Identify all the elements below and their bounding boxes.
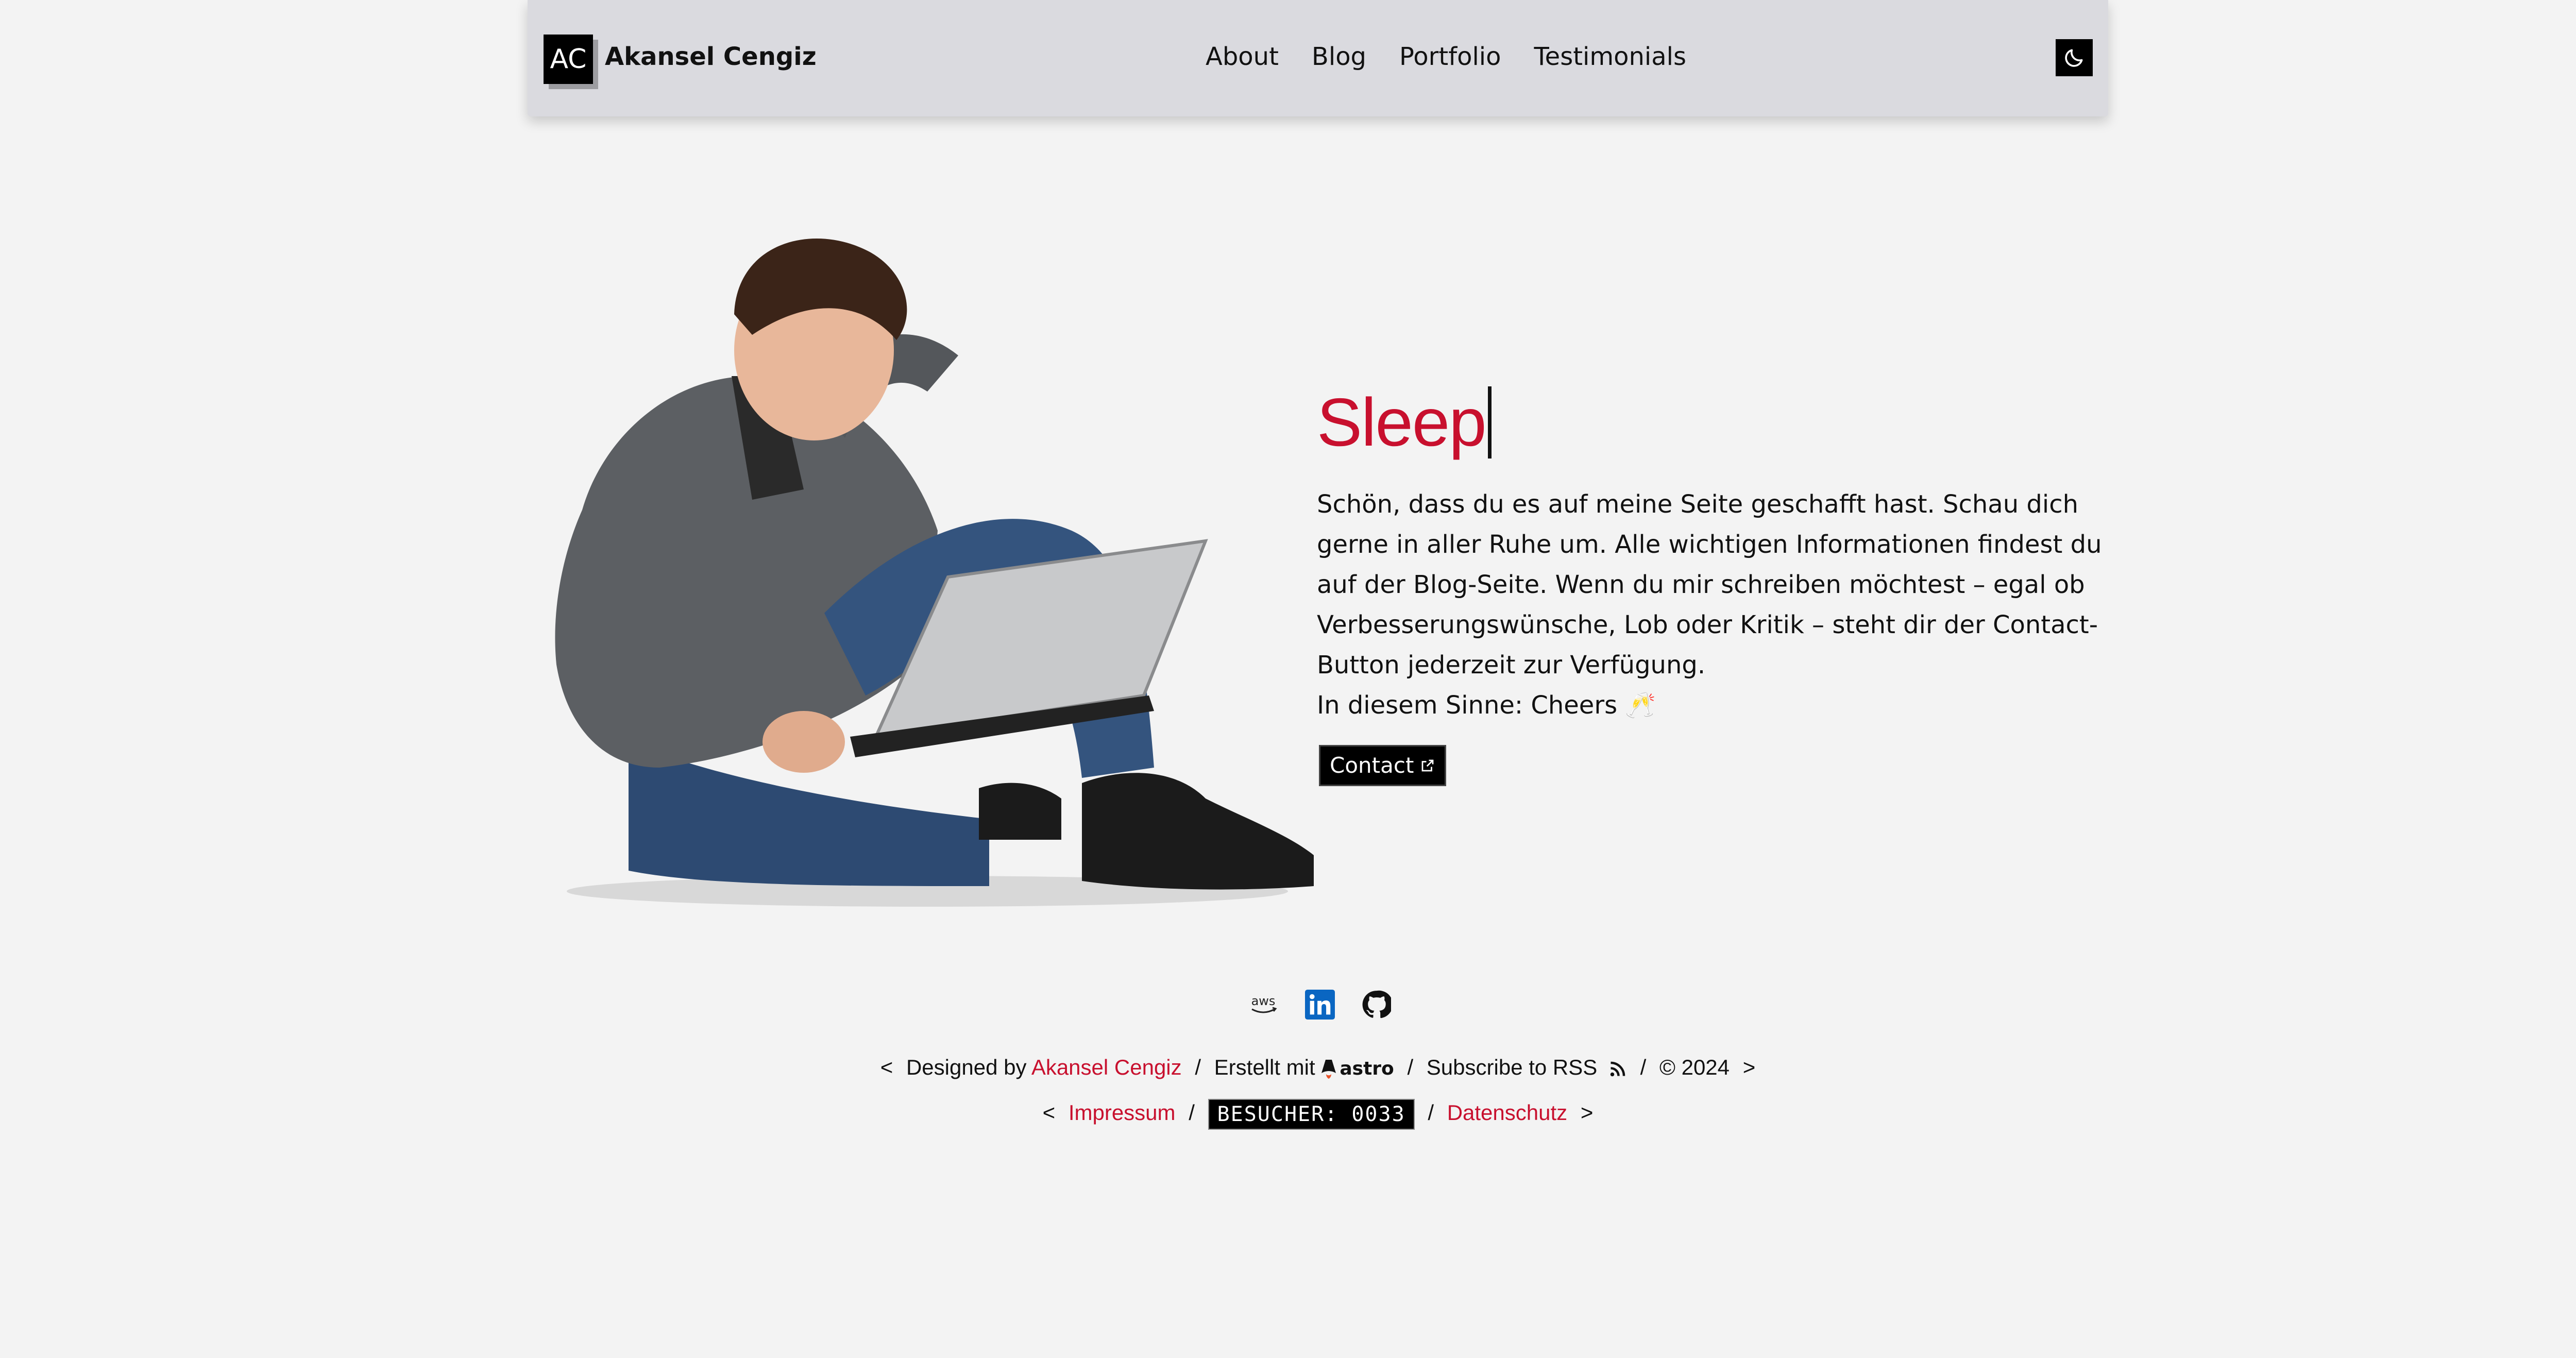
hero-closing: In diesem Sinne: Cheers 🥂 xyxy=(1317,691,1656,720)
main-nav: About Blog Portfolio Testimonials xyxy=(1206,39,1686,74)
datenschutz-link[interactable]: Datenschutz xyxy=(1447,1100,1567,1125)
separator: / xyxy=(1407,1055,1414,1079)
contact-button[interactable]: Contact xyxy=(1319,745,1447,786)
github-icon xyxy=(1362,990,1391,1018)
bracket-close: > xyxy=(1742,1055,1756,1079)
bracket-close: > xyxy=(1580,1100,1594,1125)
svg-text:aws: aws xyxy=(1251,994,1276,1008)
moon-icon xyxy=(2065,49,2083,67)
impressum-link[interactable]: Impressum xyxy=(1069,1100,1176,1125)
nav-link-about[interactable]: About xyxy=(1206,39,1279,74)
nav-link-testimonials[interactable]: Testimonials xyxy=(1534,39,1687,74)
visitor-counter: BESUCHER: 0033 xyxy=(1208,1098,1415,1130)
hero-title-text: Sleep xyxy=(1317,384,1487,460)
site-name[interactable]: Akansel Cengiz xyxy=(605,39,817,74)
linkedin-link[interactable] xyxy=(1303,988,1336,1021)
nav-link-blog[interactable]: Blog xyxy=(1312,39,1366,74)
site-header: AC Akansel Cengiz About Blog Portfolio T… xyxy=(528,0,2108,116)
github-link[interactable] xyxy=(1360,988,1393,1021)
footer-credits: < Designed by Akansel Cengiz / Erstellt … xyxy=(0,1052,2576,1084)
bracket-open: < xyxy=(880,1055,893,1079)
designed-by-label: Designed by xyxy=(906,1055,1027,1079)
hero-intro: Schön, dass du es auf meine Seite gescha… xyxy=(1317,484,2105,725)
aws-icon: aws xyxy=(1251,994,1277,1013)
built-with-label: Erstellt mit xyxy=(1214,1055,1315,1079)
designer-link[interactable]: Akansel Cengiz xyxy=(1031,1055,1182,1079)
astro-link[interactable]: astro xyxy=(1321,1054,1394,1084)
typing-cursor xyxy=(1487,386,1492,459)
separator: / xyxy=(1640,1055,1647,1079)
rss-link[interactable]: Subscribe to RSS xyxy=(1427,1055,1598,1079)
astro-label: astro xyxy=(1340,1058,1394,1079)
hero-title: Sleep xyxy=(1317,381,1492,464)
site-logo[interactable]: AC xyxy=(544,35,593,84)
contact-button-label: Contact xyxy=(1330,753,1414,778)
astro-icon xyxy=(1321,1059,1336,1079)
separator: / xyxy=(1428,1100,1434,1125)
footer-legal: < Impressum / BESUCHER: 0033 / Datenschu… xyxy=(0,1097,2576,1130)
theme-toggle-button[interactable] xyxy=(2056,39,2093,76)
separator: / xyxy=(1189,1100,1195,1125)
man-with-laptop-illustration xyxy=(555,239,1314,907)
aws-link[interactable]: aws xyxy=(1247,988,1280,1021)
nav-link-portfolio[interactable]: Portfolio xyxy=(1399,39,1501,74)
external-link-icon xyxy=(1422,759,1434,772)
copyright: © 2024 xyxy=(1659,1055,1730,1079)
separator: / xyxy=(1195,1055,1201,1079)
social-links: aws xyxy=(1247,988,1393,1021)
bracket-open: < xyxy=(1042,1100,1056,1125)
hero-paragraph: Schön, dass du es auf meine Seite gescha… xyxy=(1317,490,2102,680)
linkedin-icon xyxy=(1305,990,1335,1020)
rss-icon[interactable] xyxy=(1608,1060,1627,1078)
